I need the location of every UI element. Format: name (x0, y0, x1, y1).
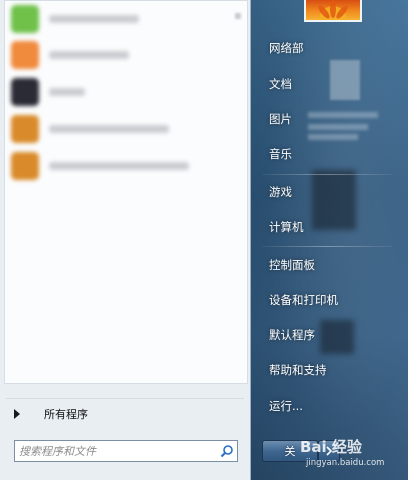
blurred-program-label (49, 15, 139, 23)
pinned-program[interactable] (11, 150, 241, 182)
menu-item-run[interactable]: 运行... (262, 392, 389, 420)
menu-item-pictures[interactable]: 图片 (262, 105, 389, 133)
dark-app-icon (11, 78, 39, 106)
all-programs-button[interactable]: 所有程序 (4, 402, 248, 426)
shutdown-label: 关 (284, 445, 296, 458)
menu-item-music[interactable]: 音乐 (262, 140, 389, 168)
tools-app-icon (11, 152, 39, 180)
orange-app-icon (11, 41, 39, 69)
search-box (14, 440, 238, 462)
divider (6, 398, 244, 399)
menu-item-network[interactable]: 网络部 (262, 34, 389, 62)
pinned-program[interactable] (11, 113, 241, 145)
watermark-sub: jingyan.baidu.com (306, 458, 385, 468)
watermark-main: Bai 经验 (300, 438, 362, 456)
search-input[interactable] (15, 441, 217, 461)
blurred-program-label (49, 125, 169, 133)
user-avatar[interactable] (304, 0, 362, 22)
pinned-programs-list (4, 0, 248, 384)
divider (262, 246, 392, 247)
triangle-right-icon (14, 409, 20, 419)
search-icon (220, 445, 233, 458)
tools-app-icon (11, 115, 39, 143)
blurred-program-label (49, 88, 85, 96)
start-menu-left-pane: 所有程序 (0, 0, 251, 480)
divider (262, 174, 392, 175)
menu-item-control-panel[interactable]: 控制面板 (262, 251, 389, 279)
pinned-program[interactable] (11, 39, 241, 71)
baidu-watermark: Bai 经验 jingyan.baidu.com (300, 436, 404, 476)
menu-item-documents[interactable]: 文档 (262, 70, 389, 98)
scroll-indicator (235, 13, 241, 19)
pinned-program[interactable] (11, 3, 241, 35)
search-button[interactable] (217, 441, 237, 461)
menu-item-games[interactable]: 游戏 (262, 178, 389, 206)
menu-item-computer[interactable]: 计算机 (262, 213, 389, 241)
blurred-program-label (49, 51, 129, 59)
all-programs-label: 所有程序 (44, 408, 88, 421)
menu-item-devices-printers[interactable]: 设备和打印机 (262, 286, 389, 314)
menu-item-default-programs[interactable]: 默认程序 (262, 321, 389, 349)
green-app-icon (11, 5, 39, 33)
pinned-program[interactable] (11, 76, 241, 108)
menu-item-help-support[interactable]: 帮助和支持 (262, 356, 389, 384)
blurred-program-label (49, 162, 189, 170)
